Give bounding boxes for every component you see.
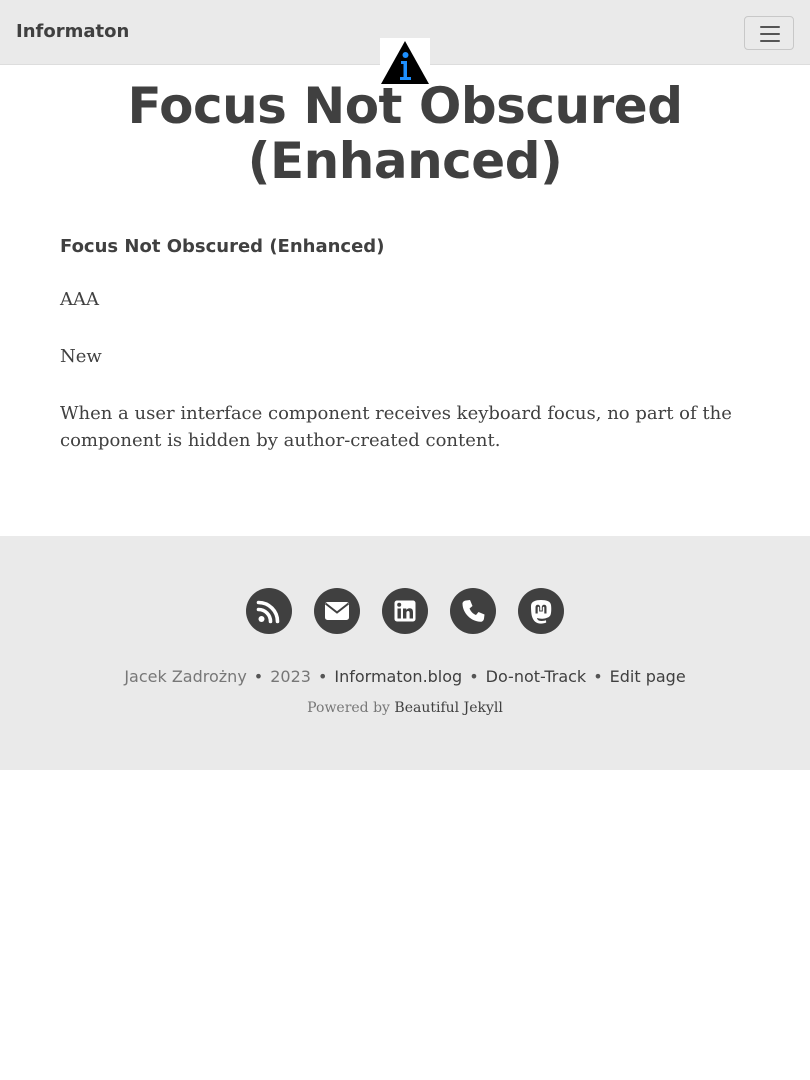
footer-separator: • [253, 667, 264, 686]
hamburger-menu-icon-bar [760, 33, 780, 35]
powered-by-prefix: Powered by [307, 700, 390, 716]
post-content: Focus Not Obscured (Enhanced) AAA New Wh… [60, 232, 750, 454]
email-link[interactable] [314, 588, 360, 634]
footer-separator: • [317, 667, 328, 686]
author-name: Jacek Zadrożny [124, 667, 247, 686]
blog-link[interactable]: Informaton.blog [334, 667, 462, 686]
status-text: New [60, 346, 102, 367]
edit-page-link[interactable]: Edit page [610, 667, 686, 686]
phone-icon [462, 600, 485, 622]
page-title: Focus Not Obscured (Enhanced) [127, 77, 683, 190]
mastodon-link[interactable] [518, 588, 564, 634]
linkedin-icon [394, 600, 416, 622]
menu-toggle-button[interactable] [744, 16, 794, 50]
powered-by: Powered by Beautiful Jekyll [0, 698, 810, 718]
footer-separator: • [469, 667, 479, 686]
hamburger-menu-icon-bar [760, 40, 780, 42]
phone-link[interactable] [450, 588, 496, 634]
beautiful-jekyll-link[interactable]: Beautiful Jekyll [394, 700, 502, 716]
footer-separator: • [593, 667, 603, 686]
rss-icon [256, 600, 280, 624]
copyright-year: 2023 [270, 667, 311, 686]
term-heading: Focus Not Obscured (Enhanced) [60, 236, 385, 257]
footer-meta: Jacek Zadrożny • 2023 • Informaton.blog • Do-n… [0, 664, 810, 690]
mastodon-icon [531, 600, 552, 624]
description-text: When a user interface component receives… [60, 403, 732, 451]
envelope-icon [324, 602, 350, 620]
linkedin-link[interactable] [382, 588, 428, 634]
social-links [0, 588, 810, 634]
footer: Jacek Zadrożny • 2023 • Informaton.blog • Do-n… [0, 536, 810, 770]
do-not-track-link[interactable]: Do-not-Track [486, 667, 587, 686]
rss-link[interactable] [246, 588, 292, 634]
brand-link[interactable]: Informaton [16, 20, 129, 44]
hamburger-menu-icon [760, 26, 780, 28]
conformance-level: AAA [60, 289, 99, 310]
